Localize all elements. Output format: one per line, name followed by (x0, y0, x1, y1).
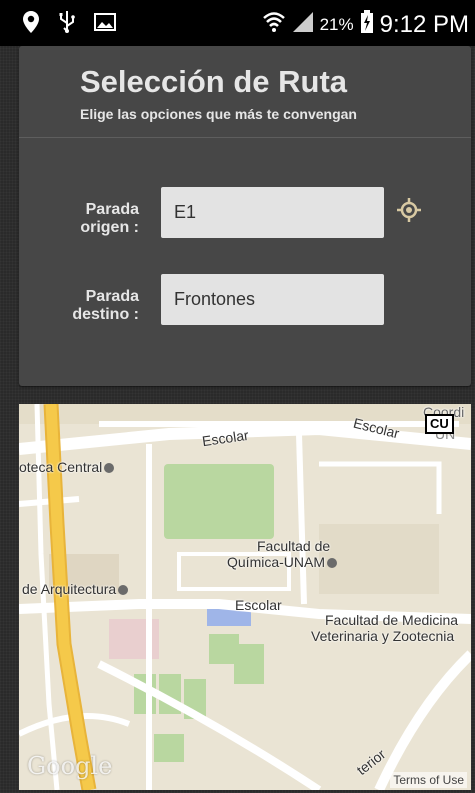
map-label-medicina: Veterinaria y Zootecnia (311, 628, 455, 644)
divider (19, 137, 471, 138)
map-label-arquitectura-text: de Arquitectura (22, 581, 117, 597)
battery-percent: 21% (319, 14, 354, 34)
destination-label: Parada destino : (72, 288, 139, 323)
school-icon (327, 558, 338, 569)
map-label-quimica-text: Química-UNAM (227, 554, 326, 570)
book-icon (104, 463, 115, 474)
route-selection-card: Selección de Ruta Elige las opciones que… (19, 46, 471, 386)
wifi-icon (262, 11, 286, 38)
map-label-biblioteca: oteca Central (19, 459, 115, 475)
map-label-arquitectura: de Arquitectura (22, 581, 129, 597)
map-label-biblioteca-text: oteca Central (19, 459, 103, 475)
cu-badge[interactable]: CU (425, 414, 454, 434)
origin-stop-field[interactable]: E1 (161, 187, 384, 238)
page-title: Selección de Ruta (80, 64, 348, 99)
signal-icon (292, 11, 314, 38)
page-subtitle: Elige las opciones que más te convengan (80, 106, 357, 122)
google-logo: Google (27, 752, 113, 780)
map-label-quimica: Facultad de (257, 538, 331, 554)
crosshair-icon (397, 198, 421, 222)
image-icon (94, 12, 116, 37)
terms-of-use-link[interactable]: Terms of Use (390, 772, 467, 788)
school-icon (118, 585, 129, 596)
map-label-quimica: Química-UNAM (227, 554, 338, 570)
status-bar: 21% 9:12 PM (0, 0, 475, 46)
map-view[interactable]: Escolar Escolar UN Coordi oteca Central … (19, 404, 471, 790)
battery-charging-icon (360, 10, 374, 39)
map-label-escolar: Escolar (235, 597, 282, 613)
locate-button[interactable] (395, 196, 423, 224)
map-label-medicina: Facultad de Medicina (325, 612, 459, 628)
destination-stop-field[interactable]: Frontones (161, 274, 384, 325)
usb-icon (58, 10, 76, 39)
clock: 9:12 PM (379, 10, 469, 38)
origin-label: Parada origen : (80, 201, 139, 236)
location-icon (22, 10, 40, 39)
